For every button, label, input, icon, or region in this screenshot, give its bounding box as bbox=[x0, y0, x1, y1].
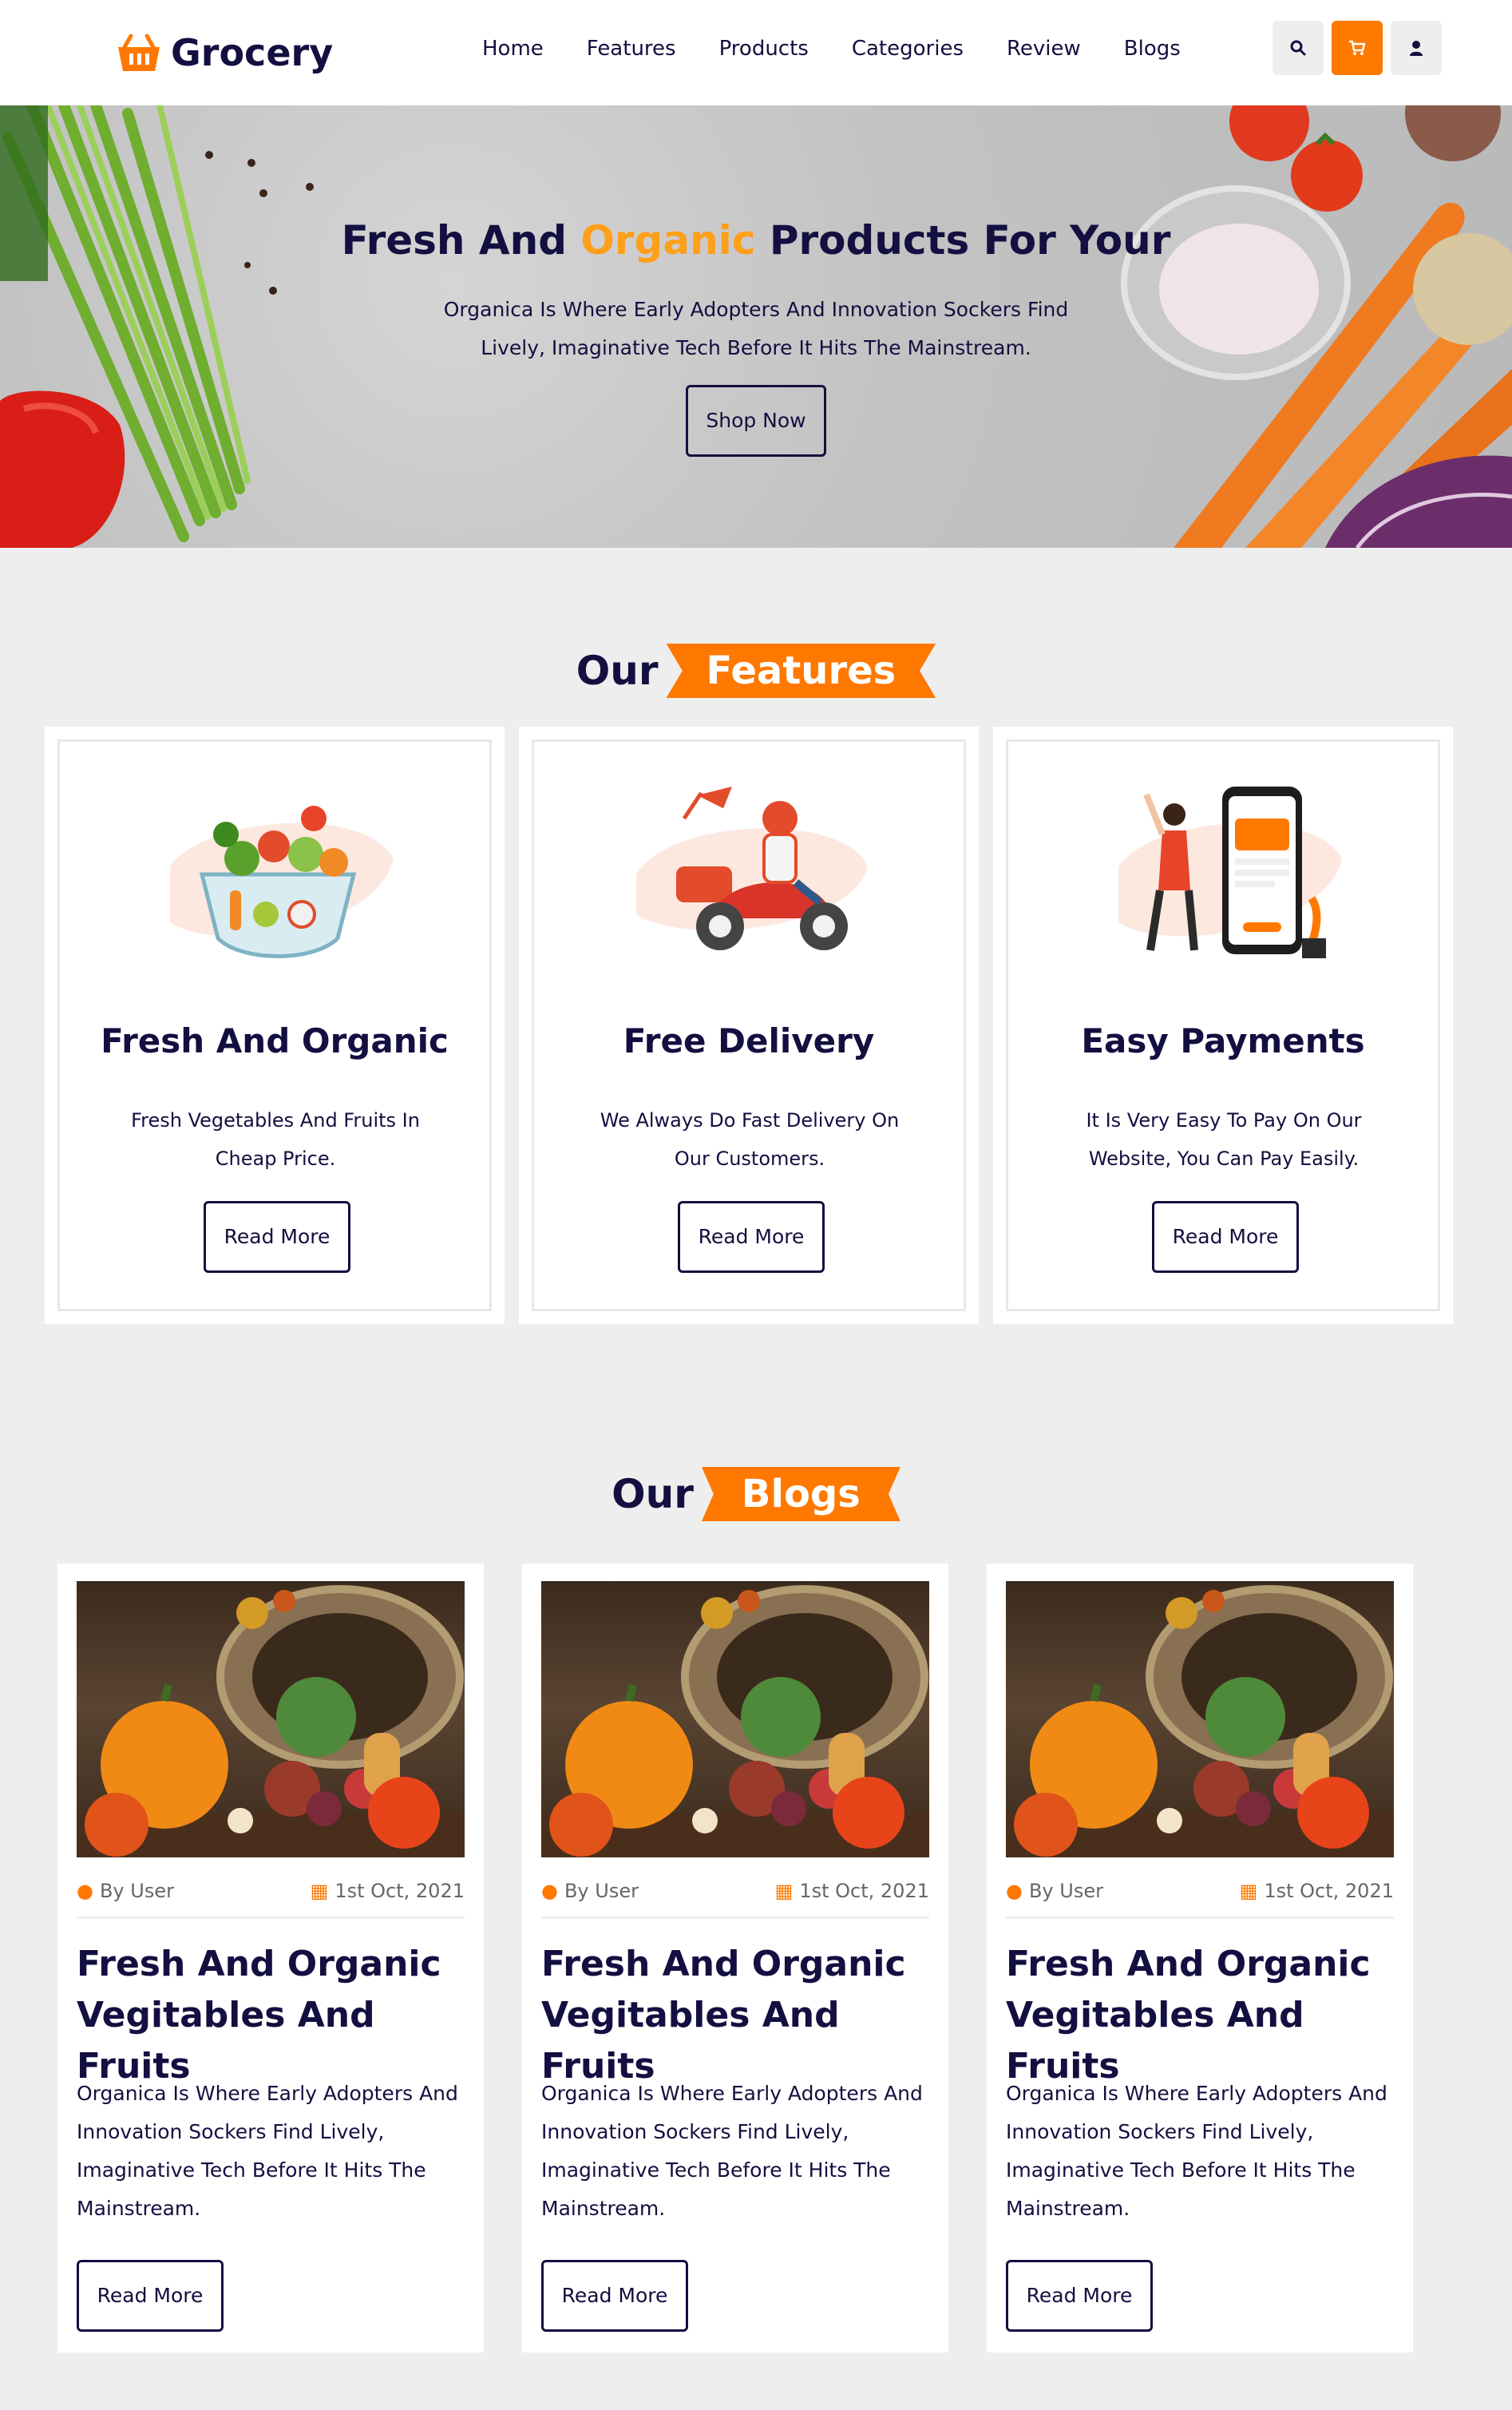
fresh-salad-illustration bbox=[170, 806, 394, 958]
hero-description: Organica Is Where Early Adopters And Inn… bbox=[443, 298, 1069, 359]
feature-description: Fresh Vegetables And Fruits In Cheap Pri… bbox=[131, 1109, 420, 1170]
features-list: Fresh And Organic Fresh Vegetables And F… bbox=[45, 727, 1453, 1324]
hero-title-start: Fresh And bbox=[341, 217, 581, 264]
blog-date-text: 1st Oct, 2021 bbox=[799, 1880, 929, 1902]
blog-image[interactable] bbox=[77, 1581, 465, 1857]
blog-card: ● By User ▦ 1st Oct, 2021 Fresh And Organi… bbox=[57, 1564, 484, 2353]
blog-date-text: 1st Oct, 2021 bbox=[334, 1880, 465, 1902]
hero-content: Fresh And Organic Products For Your Orga… bbox=[0, 217, 1512, 457]
hero-title-highlight: Organic bbox=[580, 217, 756, 264]
feature-description: It Is Very Easy To Pay On Our Website, Y… bbox=[1086, 1109, 1362, 1170]
read-more-button[interactable]: Read More bbox=[1152, 1201, 1299, 1273]
blog-meta: ● By User ▦ 1st Oct, 2021 bbox=[541, 1880, 929, 1919]
blog-date: ▦ 1st Oct, 2021 bbox=[1240, 1880, 1394, 1902]
nav-products[interactable]: Products bbox=[719, 37, 809, 61]
header-icons bbox=[1273, 21, 1442, 75]
hero-banner: Fresh And Organic Products For Your Orga… bbox=[0, 105, 1512, 548]
site-header: Grocery Home Features Products Categorie… bbox=[0, 0, 1512, 105]
hero-title: Fresh And Organic Products For Your bbox=[0, 217, 1512, 264]
blog-title: Fresh And Organic Vegitables And Fruits bbox=[1006, 1944, 1371, 2087]
blog-image[interactable] bbox=[541, 1581, 929, 1857]
logo[interactable]: Grocery bbox=[117, 29, 333, 77]
cart-button[interactable] bbox=[1332, 21, 1383, 75]
feature-card: Fresh And Organic Fresh Vegetables And F… bbox=[45, 727, 505, 1324]
blog-date: ▦ 1st Oct, 2021 bbox=[311, 1880, 465, 1902]
harvest-basket-photo bbox=[77, 1585, 465, 1857]
read-more-button[interactable]: Read More bbox=[1006, 2260, 1153, 2332]
blog-title: Fresh And Organic Vegitables And Fruits bbox=[541, 1944, 906, 2087]
user-icon bbox=[1410, 41, 1423, 56]
user-button[interactable] bbox=[1391, 21, 1442, 75]
read-more-button[interactable]: Read More bbox=[678, 1201, 825, 1273]
features-heading-label: Features bbox=[666, 644, 936, 698]
blog-meta: ● By User ▦ 1st Oct, 2021 bbox=[1006, 1880, 1394, 1919]
features-heading: Our Features bbox=[0, 644, 1512, 698]
blogs-heading: Our Blogs bbox=[0, 1467, 1512, 1521]
blog-date-text: 1st Oct, 2021 bbox=[1264, 1880, 1394, 1902]
feature-card: Free Delivery We Always Do Fast Delivery… bbox=[519, 727, 979, 1324]
nav-features[interactable]: Features bbox=[587, 37, 676, 61]
feature-title: Easy Payments bbox=[1081, 1021, 1365, 1060]
blog-date: ▦ 1st Oct, 2021 bbox=[775, 1880, 929, 1902]
nav-home[interactable]: Home bbox=[482, 37, 544, 61]
nav-blogs[interactable]: Blogs bbox=[1124, 37, 1181, 61]
cart-icon bbox=[1349, 40, 1366, 55]
blog-meta: ● By User ▦ 1st Oct, 2021 bbox=[77, 1880, 465, 1919]
search-button[interactable] bbox=[1273, 21, 1324, 75]
blog-description: Organica Is Where Early Adopters And Inn… bbox=[1006, 2082, 1387, 2220]
calendar-icon: ▦ bbox=[1239, 1880, 1258, 1902]
blog-author-text: By User bbox=[1028, 1880, 1103, 1902]
feature-description: We Always Do Fast Delivery On Our Custom… bbox=[600, 1109, 900, 1170]
mobile-payment-illustration bbox=[1118, 787, 1342, 958]
calendar-icon: ▦ bbox=[774, 1880, 794, 1902]
main-nav: Home Features Products Categories Review… bbox=[482, 37, 1181, 61]
read-more-button[interactable]: Read More bbox=[541, 2260, 688, 2332]
blog-card: ● By User ▦ 1st Oct, 2021 Fresh And Organi… bbox=[522, 1564, 948, 2353]
blog-author: ● By User bbox=[541, 1880, 639, 1902]
blog-author: ● By User bbox=[1006, 1880, 1103, 1902]
read-more-button[interactable]: Read More bbox=[204, 1201, 350, 1273]
user-icon: ● bbox=[77, 1880, 93, 1902]
nav-categories[interactable]: Categories bbox=[852, 37, 964, 61]
hero-title-end: Products For Your bbox=[755, 217, 1171, 264]
feature-card: Easy Payments It Is Very Easy To Pay On … bbox=[993, 727, 1453, 1324]
delivery-scooter-illustration bbox=[636, 787, 868, 950]
search-icon bbox=[1290, 40, 1306, 56]
features-heading-prefix: Our bbox=[576, 648, 659, 694]
blogs-list: ● By User ▦ 1st Oct, 2021 Fresh And Organi… bbox=[57, 1564, 1413, 2353]
blog-title: Fresh And Organic Vegitables And Fruits bbox=[77, 1944, 441, 2087]
feature-title: Free Delivery bbox=[623, 1021, 875, 1060]
harvest-basket-photo bbox=[541, 1585, 929, 1857]
calendar-icon: ▦ bbox=[310, 1880, 329, 1902]
blog-card: ● By User ▦ 1st Oct, 2021 Fresh And Organi… bbox=[987, 1564, 1413, 2353]
blog-author-text: By User bbox=[99, 1880, 174, 1902]
logo-text: Grocery bbox=[171, 31, 334, 74]
blogs-heading-prefix: Our bbox=[612, 1471, 694, 1517]
blog-description: Organica Is Where Early Adopters And Inn… bbox=[77, 2082, 458, 2220]
harvest-basket-photo bbox=[1006, 1585, 1394, 1857]
nav-review[interactable]: Review bbox=[1007, 37, 1081, 61]
user-icon: ● bbox=[541, 1880, 558, 1902]
feature-title: Fresh And Organic bbox=[101, 1021, 449, 1060]
blog-author-text: By User bbox=[564, 1880, 639, 1902]
blog-author: ● By User bbox=[77, 1880, 174, 1902]
basket-icon bbox=[118, 34, 160, 71]
blog-image[interactable] bbox=[1006, 1581, 1394, 1857]
blog-description: Organica Is Where Early Adopters And Inn… bbox=[541, 2082, 923, 2220]
read-more-button[interactable]: Read More bbox=[77, 2260, 224, 2332]
blogs-heading-label: Blogs bbox=[701, 1467, 900, 1521]
shop-now-button[interactable]: Shop Now bbox=[686, 385, 826, 457]
user-icon: ● bbox=[1006, 1880, 1023, 1902]
